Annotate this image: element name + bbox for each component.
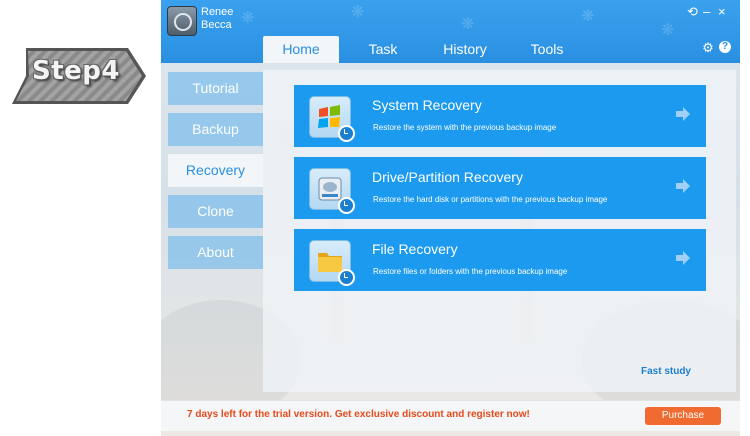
tab-history[interactable]: History [429,36,501,63]
restore-icon[interactable]: ⟲ [687,4,698,20]
title-bar: ❋ ❋ ❋ ❋ ❋ Renee Becca ⟲ – × Home Task Hi… [161,0,740,63]
trial-bar: 7 days left for the trial version. Get e… [161,400,740,431]
arrow-right-icon [676,107,690,121]
system-recovery-card[interactable]: System Recovery Restore the system with … [294,85,706,147]
fast-study-link[interactable]: Fast study [641,366,691,377]
card-title: System Recovery [372,97,482,113]
card-description: Restore files or folders with the previo… [373,267,568,276]
disk-restore-icon [309,168,355,214]
help-icon[interactable]: ? [719,41,731,53]
folder-restore-icon [309,240,355,286]
sidebar-item-backup[interactable]: Backup [168,113,263,146]
recovery-panel: System Recovery Restore the system with … [263,70,736,392]
arrow-right-icon [676,179,690,193]
card-description: Restore the system with the previous bac… [373,123,557,132]
app-name-line2: Becca [201,19,232,31]
minimize-button[interactable]: – [703,4,710,19]
arrow-right-icon [676,251,690,265]
app-name-line1: Renee [201,6,234,18]
tab-home[interactable]: Home [263,36,339,63]
windows-restore-icon [309,96,355,142]
app-logo-icon [167,6,197,36]
close-button[interactable]: × [718,4,726,19]
sidebar-item-about[interactable]: About [168,236,263,269]
settings-gear-icon[interactable]: ⚙ [701,41,715,55]
trial-message: 7 days left for the trial version. Get e… [187,409,530,420]
purchase-button[interactable]: Purchase [645,407,721,425]
app-name: Renee Becca [201,6,233,32]
sidebar-item-tutorial[interactable]: Tutorial [168,72,263,105]
card-title: File Recovery [372,241,458,257]
sidebar-item-clone[interactable]: Clone [168,195,263,228]
step-badge: Step4 [10,44,148,108]
sidebar-item-recovery[interactable]: Recovery [168,154,263,187]
step-label: Step4 [32,56,120,86]
drive-partition-recovery-card[interactable]: Drive/Partition Recovery Restore the har… [294,157,706,219]
file-recovery-card[interactable]: File Recovery Restore files or folders w… [294,229,706,291]
tab-task[interactable]: Task [354,36,412,63]
tab-tools[interactable]: Tools [518,36,576,63]
app-window: ❋ ❋ ❋ ❋ ❋ Renee Becca ⟲ – × Home Task Hi… [161,0,740,436]
card-description: Restore the hard disk or partitions with… [373,195,608,204]
card-title: Drive/Partition Recovery [372,169,523,185]
